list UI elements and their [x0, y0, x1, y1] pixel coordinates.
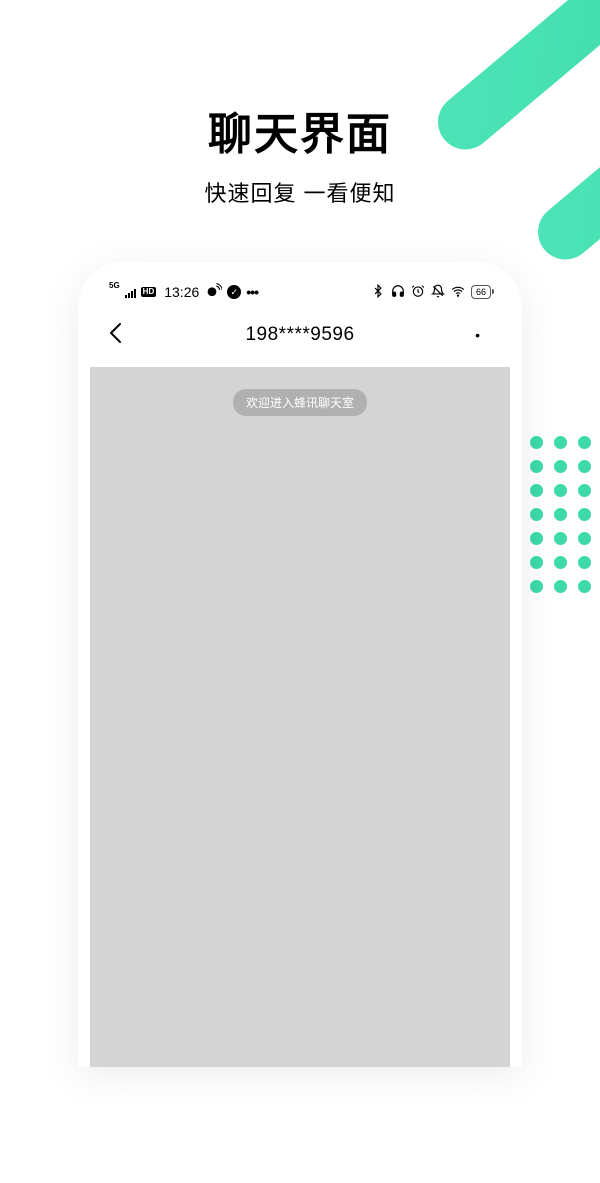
weibo-icon	[207, 283, 222, 301]
hd-badge: HD	[141, 287, 157, 297]
welcome-message: 欢迎进入蜂讯聊天室	[233, 389, 367, 416]
promo-subtitle: 快速回复 一看便知	[0, 176, 600, 208]
chat-title: 198****9596	[245, 324, 354, 346]
status-time: 13:26	[164, 284, 199, 300]
more-button[interactable]: •	[467, 319, 488, 351]
phone-mockup-frame: 5G HD 13:26 ✓ •••	[78, 262, 522, 1067]
more-dots-icon: •••	[246, 284, 258, 300]
check-badge-icon: ✓	[227, 285, 241, 299]
status-right: 66	[371, 284, 491, 301]
status-bar: 5G HD 13:26 ✓ •••	[90, 274, 510, 306]
battery-indicator: 66	[471, 285, 491, 299]
bluetooth-icon	[371, 284, 385, 301]
nav-bar: 198****9596 •	[90, 306, 510, 367]
chat-body[interactable]: 欢迎进入蜂讯聊天室	[90, 367, 510, 1067]
alarm-icon	[411, 284, 425, 301]
wifi-icon	[451, 284, 465, 301]
phone-screen: 5G HD 13:26 ✓ •••	[90, 274, 510, 1067]
headphones-icon	[391, 284, 405, 301]
promo-heading: 聊天界面 快速回复 一看便知	[0, 0, 600, 208]
network-5g-label: 5G	[109, 282, 120, 290]
back-button[interactable]	[109, 318, 130, 352]
status-left: 5G HD 13:26 ✓ •••	[109, 283, 258, 301]
promo-title: 聊天界面	[0, 98, 600, 162]
signal-icon	[125, 287, 136, 298]
dnd-icon	[431, 284, 445, 301]
